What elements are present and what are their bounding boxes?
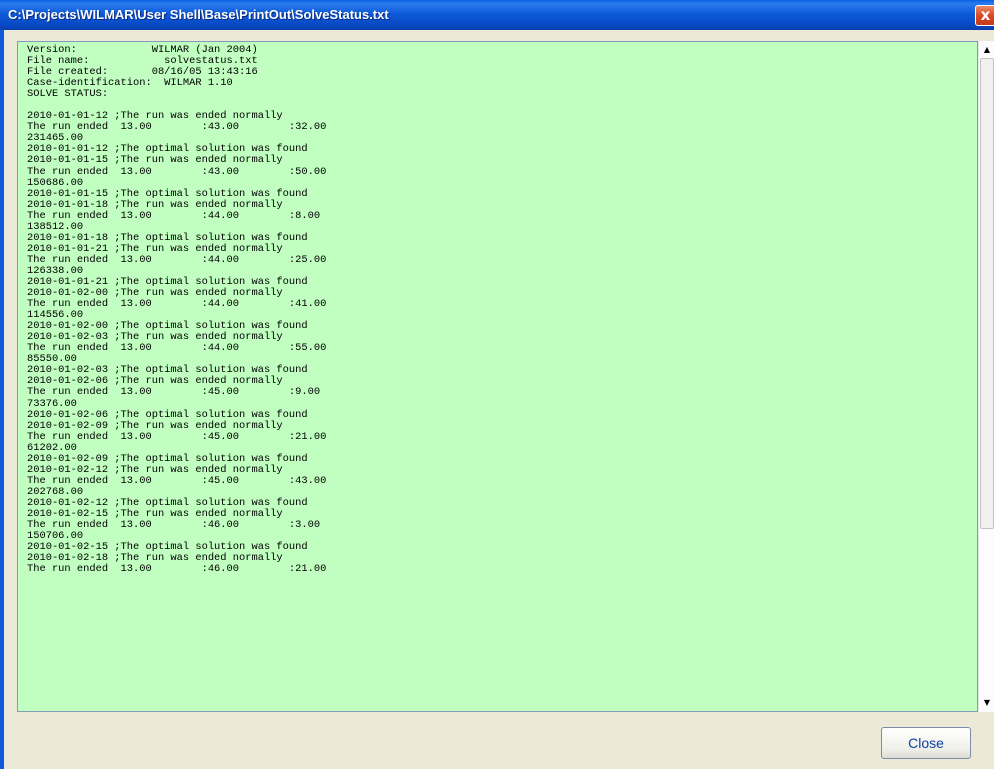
window-frame-left	[0, 30, 4, 769]
scroll-up-arrow-icon[interactable]: ▲	[980, 43, 994, 57]
file-content: Version: WILMAR (Jan 2004) File name: so…	[27, 44, 327, 576]
title-bar: C:\Projects\WILMAR\User Shell\Base\Print…	[0, 0, 994, 30]
close-button[interactable]: Close	[881, 727, 971, 759]
scroll-down-arrow-icon[interactable]: ▼	[980, 696, 994, 710]
vertical-scrollbar[interactable]: ▲ ▼	[978, 41, 994, 712]
window-close-icon[interactable]: x	[975, 5, 994, 26]
window-title: C:\Projects\WILMAR\User Shell\Base\Print…	[8, 7, 389, 22]
scrollbar-thumb[interactable]	[980, 58, 994, 529]
solve-status-text-area[interactable]: Version: WILMAR (Jan 2004) File name: so…	[17, 41, 978, 712]
